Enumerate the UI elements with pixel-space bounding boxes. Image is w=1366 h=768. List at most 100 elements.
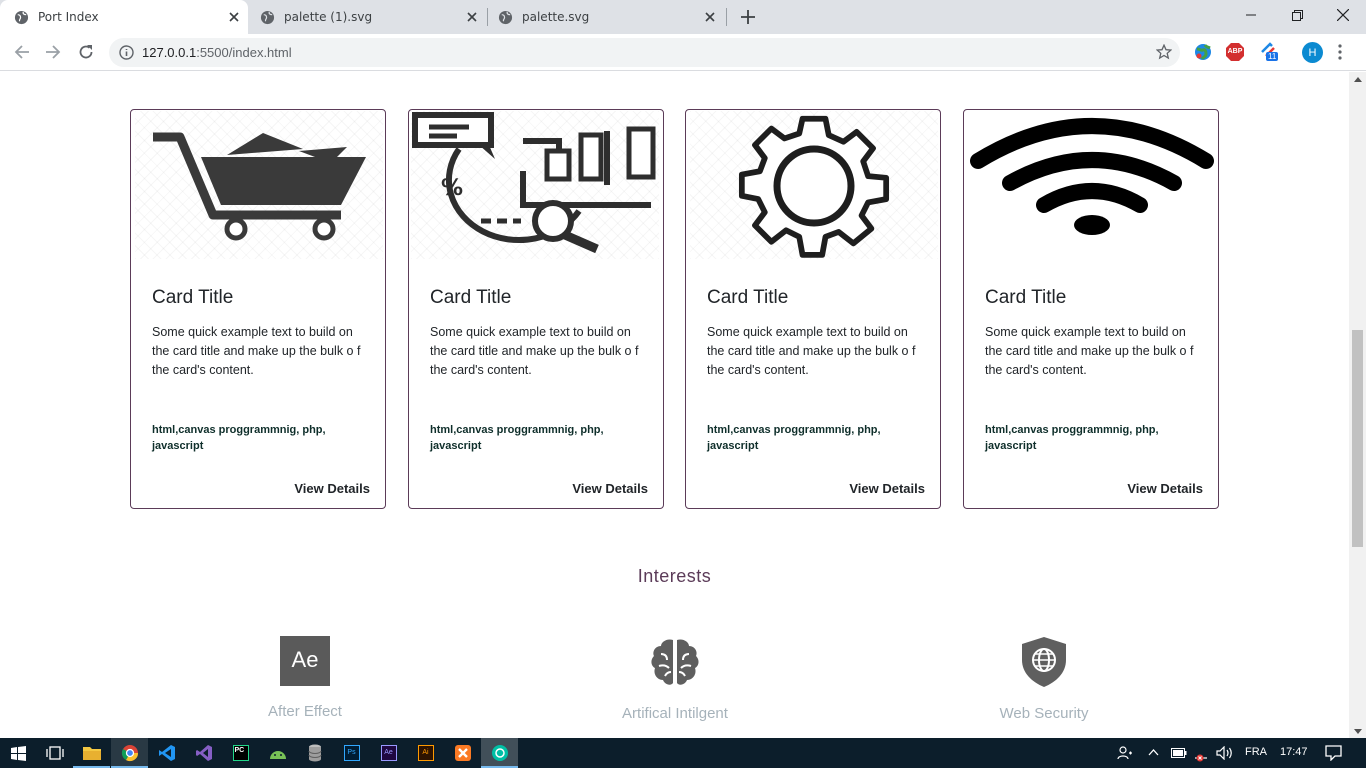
minimize-button[interactable] — [1228, 0, 1274, 30]
tab-palette[interactable]: palette.svg — [484, 0, 724, 34]
card-text: Some quick example text to build on the … — [985, 325, 1194, 377]
view-details-button[interactable]: View Details — [1127, 481, 1203, 496]
address-bar[interactable]: 127.0.0.1:5500/index.html — [109, 38, 1180, 67]
extension-badge: 11 — [1266, 52, 1279, 61]
card-title: Card Title — [985, 287, 1067, 308]
view-details-button[interactable]: View Details — [849, 481, 925, 496]
scroll-down-arrow-icon[interactable] — [1349, 724, 1366, 738]
interest-web-security: Web Security — [934, 636, 1154, 722]
reload-button[interactable] — [74, 40, 98, 64]
card-text: Some quick example text to build on the … — [430, 325, 639, 377]
android-studio-icon — [269, 751, 286, 759]
taskbar-photoshop[interactable]: Ps — [333, 738, 370, 768]
show-hidden-icons-chevron-icon[interactable] — [1148, 749, 1159, 756]
clock[interactable]: 17:47 — [1280, 746, 1308, 758]
interest-label: Web Security — [999, 705, 1089, 722]
new-tab-button[interactable] — [738, 7, 758, 27]
tab-palette-1[interactable]: palette (1).svg — [246, 0, 486, 34]
after-effects-icon-text: Ae — [291, 647, 319, 672]
battery-icon[interactable] — [1171, 748, 1187, 758]
network-disconnected-icon[interactable] — [1193, 746, 1209, 762]
taskbar-after-effects[interactable]: Ae — [370, 738, 407, 768]
profile-initial: H — [1308, 46, 1317, 59]
start-button[interactable] — [0, 738, 36, 768]
scroll-up-arrow-icon[interactable] — [1349, 72, 1366, 86]
task-view-icon — [45, 746, 64, 760]
card-text: Some quick example text to build on the … — [707, 325, 916, 377]
interest-label: Artifical Intilgent — [622, 705, 728, 722]
project-card: % Card Title Some quick example text to … — [408, 109, 664, 509]
volume-icon[interactable] — [1216, 746, 1234, 760]
back-button[interactable] — [10, 40, 34, 64]
people-icon[interactable] — [1117, 746, 1133, 760]
interests-heading: Interests — [637, 566, 712, 586]
menu-kebab-icon[interactable] — [1336, 43, 1344, 61]
close-tab-icon[interactable] — [464, 9, 480, 25]
view-details-button[interactable]: View Details — [572, 481, 648, 496]
taskbar-pycharm[interactable]: PC — [222, 738, 259, 768]
data-analysis-icon: % — [412, 112, 656, 254]
card-tags: html,canvas proggrammnig, php, javascrip… — [985, 424, 1159, 452]
card-tags: html,canvas proggrammnig, php, javascrip… — [152, 424, 326, 452]
language-indicator[interactable]: FRA — [1245, 746, 1267, 758]
chrome-icon — [121, 745, 138, 762]
card-title: Card Title — [707, 287, 789, 308]
profile-avatar[interactable]: H — [1302, 42, 1323, 63]
shopping-cart-icon — [153, 132, 366, 241]
page-viewport: Card Title Some quick example text to bu… — [0, 72, 1349, 738]
url-text[interactable]: 127.0.0.1:5500/index.html — [142, 45, 292, 60]
card-image — [968, 111, 1216, 259]
bookmark-star-icon[interactable] — [1156, 44, 1172, 60]
task-view-button[interactable] — [36, 738, 73, 768]
tab-strip: Port Index palette (1).svg palette.svg — [0, 0, 1366, 34]
card-image — [690, 111, 938, 259]
restore-button[interactable] — [1274, 0, 1320, 30]
web-security-shield-icon — [1022, 637, 1066, 687]
interest-artificial-intelligence: Artifical Intilgent — [565, 636, 785, 722]
card-tags: html,canvas proggrammnig, php, javascrip… — [430, 424, 604, 452]
database-icon — [308, 744, 321, 762]
url-host: 127.0.0.1 — [142, 45, 197, 60]
windows-taskbar: PC Ps Ae Ai FRA 17:47 — [0, 738, 1366, 768]
adblock-label: ABP — [1227, 48, 1243, 55]
globe-icon — [14, 10, 29, 24]
close-tab-icon[interactable] — [226, 9, 242, 25]
taskbar-xampp[interactable] — [444, 738, 481, 768]
illustrator-icon: Ai — [417, 745, 434, 761]
close-window-button[interactable] — [1320, 0, 1366, 30]
forward-button[interactable] — [41, 40, 65, 64]
notifications-icon[interactable] — [1325, 745, 1342, 761]
windows-logo-icon — [10, 745, 26, 761]
taskbar-chrome[interactable] — [111, 738, 148, 768]
tab-port-index[interactable]: Port Index — [0, 0, 248, 34]
card-tags: html,canvas proggrammnig, php, javascrip… — [707, 424, 881, 452]
taskbar-visual-studio[interactable] — [185, 738, 222, 768]
tab-title: palette.svg — [522, 10, 590, 24]
taskbar-android-studio[interactable] — [259, 738, 296, 768]
close-tab-icon[interactable] — [702, 9, 718, 25]
page-scrollbar[interactable] — [1349, 72, 1366, 738]
after-effects-app-icon: Ae — [380, 745, 397, 761]
adblock-icon[interactable]: ABP — [1225, 42, 1245, 62]
globe-icon — [498, 10, 513, 24]
taskbar-vscode[interactable] — [148, 738, 185, 768]
taskbar-file-explorer[interactable] — [73, 738, 110, 768]
extension-globe-icon[interactable] — [1193, 42, 1213, 62]
taskbar-illustrator[interactable]: Ai — [407, 738, 444, 768]
interest-after-effect: Ae After Effect — [195, 636, 415, 720]
wifi-icon — [970, 118, 1214, 235]
palette-app-icon — [491, 745, 508, 761]
taskbar-chrome-app[interactable] — [481, 738, 518, 768]
tab-separator — [726, 8, 727, 26]
card-image — [135, 111, 383, 259]
folder-icon — [82, 747, 101, 760]
gear-icon — [738, 115, 890, 258]
taskbar-database[interactable] — [296, 738, 333, 768]
extension-counter-icon[interactable]: 11 — [1260, 42, 1280, 62]
info-icon[interactable] — [119, 45, 134, 60]
scrollbar-thumb[interactable] — [1352, 330, 1363, 547]
globe-icon — [260, 10, 275, 24]
view-details-button[interactable]: View Details — [294, 481, 370, 496]
interest-label: After Effect — [268, 703, 342, 720]
project-card: Card Title Some quick example text to bu… — [685, 109, 941, 509]
